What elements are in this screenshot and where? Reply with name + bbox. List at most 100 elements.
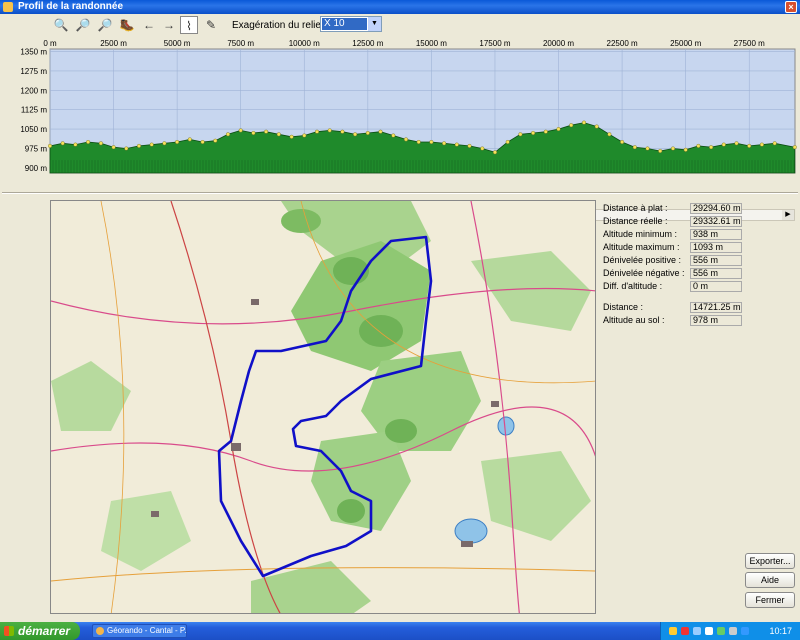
stat-value-altitude-diff: 0 m (690, 281, 742, 292)
network-icon[interactable] (741, 627, 749, 635)
exaggeration-value: X 10 (322, 18, 367, 30)
stat-value-min-altitude: 938 m (690, 229, 742, 240)
y-tick-label: 1050 m (20, 125, 47, 134)
y-tick-label: 1350 m (20, 48, 47, 57)
georando-app-icon (96, 627, 104, 635)
start-button[interactable]: démarrer (0, 622, 80, 640)
help-button[interactable]: Aide (745, 572, 795, 588)
elevation-point (480, 146, 485, 151)
elevation-point (734, 141, 739, 146)
y-tick-label: 900 m (25, 164, 48, 173)
taskbar: démarrer Géorando - Cantal - P... 10:17 (0, 622, 800, 640)
x-tick-label: 12500 m (352, 39, 383, 48)
elevation-point (607, 132, 612, 137)
x-tick-label: 22500 m (607, 39, 638, 48)
elevation-point (442, 141, 447, 146)
volume-icon[interactable] (729, 627, 737, 635)
stat-label-negative-elevation: Dénivelée négative : (603, 268, 685, 278)
elevation-point (747, 143, 752, 148)
window-title-bar[interactable]: Profil de la randonnée × (0, 0, 800, 14)
elevation-point (98, 141, 103, 146)
x-tick-label: 5000 m (164, 39, 191, 48)
stat-label-max-altitude: Altitude maximum : (603, 242, 680, 252)
exaggeration-label: Exagération du relief : (232, 20, 330, 31)
elevation-point (162, 141, 167, 146)
stat-value-positive-elevation: 556 m (690, 255, 742, 266)
profile-mode-icon[interactable]: ⌇ (180, 16, 198, 34)
stat-value-real-distance: 29332.61 m (690, 216, 742, 227)
elevation-point (772, 141, 777, 146)
elevation-point (759, 142, 764, 147)
elevation-point (429, 139, 434, 144)
y-tick-label: 1125 m (21, 106, 47, 115)
arrow-right-icon[interactable]: → (160, 16, 178, 34)
export-button[interactable]: Exporter... (745, 553, 795, 569)
x-tick-label: 20000 m (543, 39, 574, 48)
elevation-point (404, 137, 409, 142)
elevation-point (671, 146, 676, 151)
x-tick-label: 25000 m (670, 39, 701, 48)
clock: 10:17 (769, 626, 792, 636)
app-icon (3, 2, 13, 12)
y-tick-label: 1200 m (20, 86, 47, 95)
elevation-point (200, 139, 205, 144)
stat-value-cursor-distance: 14721.25 m (690, 302, 742, 313)
taskbar-item-label: Géorando - Cantal - P... (107, 626, 187, 635)
stat-value-ground-altitude: 978 m (690, 315, 742, 326)
elevation-chart[interactable]: 1350 m 1275 m 1200 m 1125 m 1050 m 975 m 900 m… (0, 36, 800, 176)
elevation-point (187, 137, 192, 142)
zoom-in-icon[interactable]: 🔍 (52, 16, 70, 34)
elevation-point (505, 139, 510, 144)
elevation-point (620, 139, 625, 144)
hiker-icon[interactable]: 🥾 (118, 16, 136, 34)
elevation-point (632, 145, 637, 150)
elevation-point (531, 130, 536, 135)
x-tick-label: 0 m (43, 39, 57, 48)
elevation-point (569, 123, 574, 128)
x-tick-label: 10000 m (289, 39, 320, 48)
taskbar-item-georando[interactable]: Géorando - Cantal - P... (92, 624, 187, 638)
toolbar: 🔍 🔎 🔎 🥾 ← → ⌇ ✎ Exagération du relief : … (0, 14, 800, 36)
elevation-point (238, 128, 243, 133)
tray-icon[interactable] (705, 627, 713, 635)
zoom-minus-icon[interactable]: 🔎 (96, 16, 114, 34)
zoom-plus-icon[interactable]: 🔎 (74, 16, 92, 34)
chevron-down-icon[interactable]: ▼ (368, 17, 381, 31)
elevation-point (136, 143, 141, 148)
scroll-right-icon[interactable]: ▶ (782, 210, 794, 220)
stat-label-flat-distance: Distance à plat : (603, 203, 668, 213)
stat-label-positive-elevation: Dénivelée positive : (603, 255, 682, 265)
elevation-point (454, 142, 459, 147)
tray-icon[interactable] (717, 627, 725, 635)
close-button[interactable]: Fermer (745, 592, 795, 608)
x-tick-label: 7500 m (227, 39, 254, 48)
elevation-point (467, 143, 472, 148)
elevation-point (315, 129, 320, 134)
arrow-left-icon[interactable]: ← (140, 16, 158, 34)
system-tray: 10:17 (660, 622, 800, 640)
exaggeration-select[interactable]: X 10 ▼ (320, 16, 382, 32)
tray-icon[interactable] (693, 627, 701, 635)
elevation-point (302, 133, 307, 138)
elevation-point (251, 130, 256, 135)
pen-icon[interactable]: ✎ (202, 16, 220, 34)
stat-label-min-altitude: Altitude minimum : (603, 229, 678, 239)
y-tick-label: 1275 m (20, 67, 47, 76)
elevation-point (60, 141, 65, 146)
elevation-point (543, 129, 548, 134)
elevation-profile[interactable]: 1350 m 1275 m 1200 m 1125 m 1050 m 975 m 900 m… (0, 36, 800, 221)
elevation-point (582, 120, 587, 125)
elevation-point (86, 139, 91, 144)
elevation-point (416, 139, 421, 144)
elevation-point (340, 129, 345, 134)
tray-icon[interactable] (681, 627, 689, 635)
elevation-point (276, 132, 281, 137)
stat-label-cursor-distance: Distance : (603, 302, 644, 312)
elevation-point (721, 142, 726, 147)
start-label: démarrer (18, 624, 71, 638)
elevation-point (645, 146, 650, 151)
topographic-map[interactable] (50, 200, 596, 614)
tray-icon[interactable] (669, 627, 677, 635)
elevation-point (658, 148, 663, 153)
close-window-button[interactable]: × (785, 1, 797, 13)
